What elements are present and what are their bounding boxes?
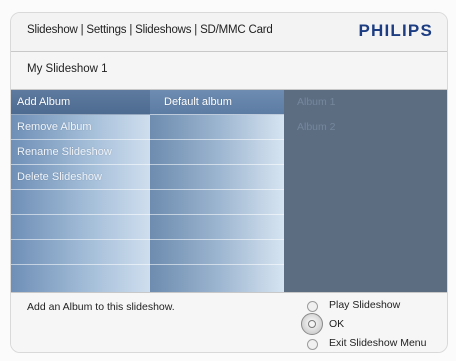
menu-item-rename-slideshow[interactable]: Rename Slideshow	[11, 140, 150, 165]
menu-item-label: Remove Album	[17, 121, 92, 133]
menu-item-label: Rename Slideshow	[17, 146, 112, 158]
help-text: Add an Album to this slideshow.	[27, 301, 175, 313]
ok-action[interactable]: OK	[301, 313, 447, 336]
menu-empty-row	[11, 240, 150, 265]
menu-item-add-album[interactable]: Add Album	[11, 90, 150, 115]
submenu-item-default-album[interactable]: Default album	[150, 90, 284, 115]
radio-icon	[307, 301, 318, 312]
breadcrumb: Slideshow | Settings | Slideshows | SD/M…	[27, 24, 273, 36]
header-bar: Slideshow | Settings | Slideshows | SD/M…	[11, 13, 447, 52]
menu-item-label: Add Album	[17, 96, 71, 108]
menu-item-delete-slideshow[interactable]: Delete Slideshow	[11, 165, 150, 190]
ok-button-icon	[301, 313, 323, 335]
subtitle-bar: My Slideshow 1	[11, 52, 447, 90]
menu-empty-row	[11, 190, 150, 215]
menu-item-remove-album[interactable]: Remove Album	[11, 115, 150, 140]
submenu-empty-row	[150, 190, 284, 215]
menu-item-label: Delete Slideshow	[17, 171, 102, 183]
submenu-empty-row	[150, 140, 284, 165]
album-list-item[interactable]: Album 2	[297, 121, 336, 133]
album-list: Album 1 Album 2	[284, 90, 447, 292]
album-list-item[interactable]: Album 1	[297, 96, 336, 108]
device-screen: Slideshow | Settings | Slideshows | SD/M…	[10, 12, 448, 353]
exit-slideshow-menu-action[interactable]: Exit Slideshow Menu	[307, 337, 447, 352]
submenu-empty-row	[150, 240, 284, 265]
submenu-item-label: Default album	[164, 96, 232, 108]
submenu-empty-row	[150, 115, 284, 140]
footer-bar: Add an Album to this slideshow. Play Sli…	[11, 292, 447, 352]
radio-icon	[307, 339, 318, 350]
options-menu: Add Album Remove Album Rename Slideshow …	[11, 90, 150, 292]
submenu-empty-row	[150, 165, 284, 190]
play-slideshow-action[interactable]: Play Slideshow	[307, 299, 447, 317]
action-label: OK	[329, 318, 345, 330]
submenu: Default album	[150, 90, 284, 292]
menu-empty-row	[11, 215, 150, 240]
brand-logo: PHILIPS	[358, 21, 433, 40]
submenu-empty-row	[150, 215, 284, 240]
menu-area: Add Album Remove Album Rename Slideshow …	[11, 90, 447, 292]
action-label: Play Slideshow	[329, 299, 401, 311]
page-title: My Slideshow 1	[27, 63, 108, 75]
action-label: Exit Slideshow Menu	[329, 337, 427, 349]
